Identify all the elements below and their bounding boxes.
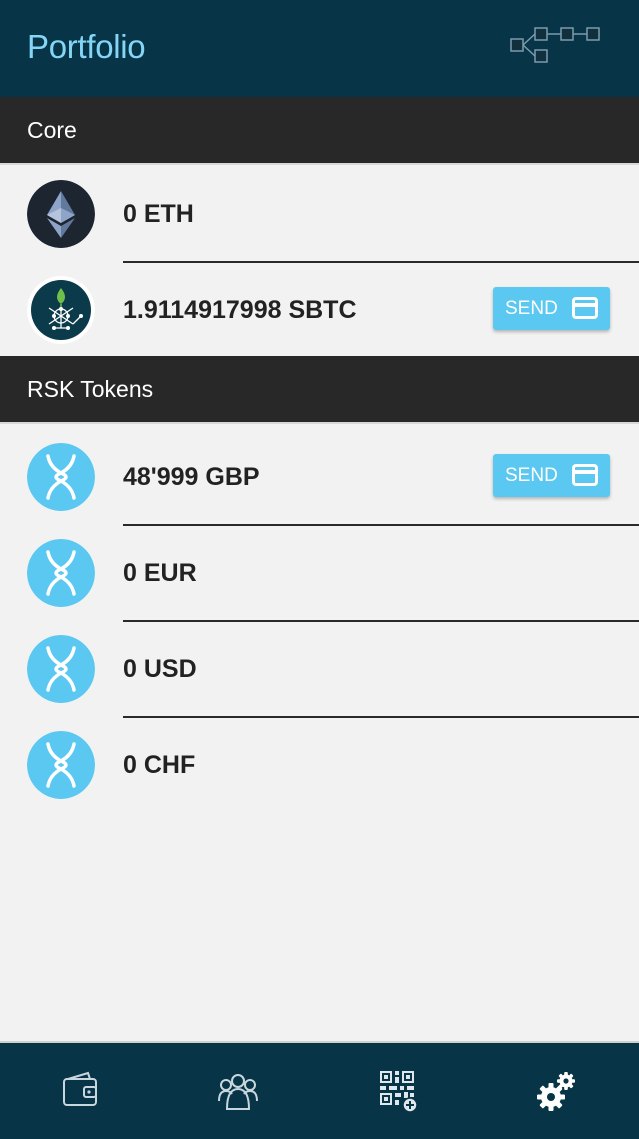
rif-token-logo-icon — [27, 443, 95, 511]
wallet-icon[interactable] — [56, 1067, 104, 1115]
rsk-logo-icon — [27, 276, 95, 344]
ethereum-logo-icon — [27, 180, 95, 248]
asset-amount: 0 USD — [123, 655, 197, 683]
rif-token-logo-icon — [27, 539, 95, 607]
asset-row-gbp[interactable]: 48'999 GBP SEND — [0, 429, 639, 526]
asset-amount: 0 CHF — [123, 751, 196, 779]
credit-card-icon — [572, 297, 598, 319]
asset-amount: 0 EUR — [123, 559, 197, 587]
network-nodes-icon[interactable] — [506, 25, 602, 65]
asset-amount: 1.9114917998 SBTC — [123, 296, 357, 324]
settings-gears-icon[interactable] — [532, 1067, 580, 1115]
send-button-label: SEND — [505, 298, 558, 319]
section-header-rsk-tokens: RSK Tokens — [0, 356, 639, 424]
rif-token-logo-icon — [27, 635, 95, 703]
credit-card-icon — [572, 464, 598, 486]
send-button[interactable]: SEND — [493, 287, 610, 330]
contacts-icon[interactable] — [214, 1067, 262, 1115]
asset-row-eur[interactable]: 0 EUR — [0, 525, 639, 622]
asset-row-chf[interactable]: 0 CHF — [0, 717, 639, 813]
rif-token-logo-icon — [27, 731, 95, 799]
send-button[interactable]: SEND — [493, 454, 610, 497]
bottom-nav — [0, 1041, 639, 1139]
page-title: Portfolio — [27, 28, 146, 65]
section-header-core: Core — [0, 97, 639, 165]
asset-row-sbtc[interactable]: 1.9114917998 SBTC SEND — [0, 262, 639, 358]
asset-row-usd[interactable]: 0 USD — [0, 621, 639, 718]
app-header: Portfolio — [0, 0, 639, 97]
qr-code-add-icon[interactable] — [374, 1067, 422, 1115]
send-button-label: SEND — [505, 465, 558, 486]
asset-amount: 48'999 GBP — [123, 463, 260, 491]
asset-amount: 0 ETH — [123, 200, 194, 228]
asset-row-eth[interactable]: 0 ETH — [0, 166, 639, 263]
